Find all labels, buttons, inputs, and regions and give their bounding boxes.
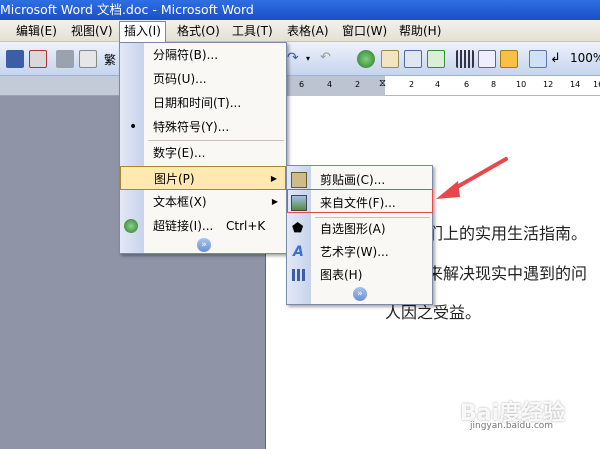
- show-hide-icon[interactable]: [529, 50, 547, 68]
- ruler-tick: 4: [435, 80, 441, 89]
- highlight-box: [287, 189, 433, 213]
- submenu-arrow-icon: ▶: [270, 174, 277, 183]
- menu-bar: 编辑(E) 视图(V) 插入(I) 格式(O) 工具(T) 表格(A) 窗口(W…: [0, 20, 600, 42]
- menu-item-picture[interactable]: 图片(P) ▶: [120, 166, 286, 190]
- menu-item-date-time[interactable]: 日期和时间(T)...: [120, 91, 286, 115]
- columns-icon[interactable]: [456, 50, 474, 68]
- menu-edit[interactable]: 编辑(E): [12, 22, 61, 40]
- paragraph-marks-icon[interactable]: ↲: [550, 50, 568, 68]
- ruler-tick: 4: [327, 80, 333, 89]
- menu-item-chart[interactable]: 图表(H): [287, 263, 432, 287]
- menu-item-number[interactable]: 数字(E)...: [120, 141, 286, 165]
- menu-item-break[interactable]: 分隔符(B)...: [120, 43, 286, 67]
- expand-menu-icon[interactable]: »: [197, 238, 211, 252]
- menu-view[interactable]: 视图(V): [67, 22, 117, 40]
- zoom-level[interactable]: 100%: [570, 51, 600, 65]
- menu-item-label: 分隔符(B)...: [153, 48, 219, 62]
- menu-item-label: 特殊符号(Y)...: [153, 120, 230, 134]
- menu-item-text-box[interactable]: 文本框(X) ▶: [120, 190, 286, 214]
- hyperlink-toolbar-icon[interactable]: [357, 50, 375, 68]
- window-title: Microsoft Word 文档.doc - Microsoft Word: [0, 2, 254, 17]
- ruler-tick: 6: [299, 80, 305, 89]
- insert-menu: 分隔符(B)... 页码(U)... 日期和时间(T)... • 特殊符号(Y)…: [119, 42, 287, 254]
- chart-icon: [292, 269, 306, 281]
- menu-item-label: 文本框(X): [153, 195, 207, 209]
- expand-menu-icon[interactable]: »: [353, 287, 367, 301]
- drawing-icon[interactable]: [478, 50, 496, 68]
- menu-window[interactable]: 窗口(W): [338, 22, 391, 40]
- annotation-arrow-icon: [436, 157, 508, 199]
- document-line: 们上的实用生活指南。: [427, 224, 588, 243]
- menu-format[interactable]: 格式(O): [173, 22, 224, 40]
- horizontal-ruler[interactable]: 6 4 2 ⧖ 2 4 6 8 10 12 14 16: [265, 76, 600, 96]
- menu-item-hyperlink[interactable]: 超链接(I)... Ctrl+K: [120, 214, 286, 238]
- menu-item-label: 数字(E)...: [153, 146, 206, 160]
- symbol-icon: •: [129, 119, 138, 135]
- ruler-tick: 12: [543, 80, 554, 89]
- indent-marker-icon[interactable]: ⧖: [379, 78, 386, 89]
- wordart-icon: A: [293, 244, 304, 260]
- autoshape-icon: ⬟: [292, 221, 304, 236]
- menu-item-label: 图片(P): [154, 172, 195, 186]
- save-icon[interactable]: [6, 50, 24, 68]
- ruler-tick: 6: [464, 80, 470, 89]
- menu-table[interactable]: 表格(A): [283, 22, 333, 40]
- document-map-icon[interactable]: [500, 50, 518, 68]
- ruler-tick: 14: [570, 80, 581, 89]
- tables-borders-icon[interactable]: [381, 50, 399, 68]
- menu-item-label: 自选图形(A): [320, 222, 386, 236]
- ruler-tick: 8: [491, 80, 497, 89]
- print-icon[interactable]: [56, 50, 74, 68]
- insert-table-icon[interactable]: [404, 50, 422, 68]
- menu-item-label: 图表(H): [320, 268, 363, 282]
- ruler-tick: 10: [516, 80, 527, 89]
- menu-tools[interactable]: 工具(T): [228, 22, 277, 40]
- ruler-tick: 2: [355, 80, 361, 89]
- menu-item-wordart[interactable]: A 艺术字(W)...: [287, 240, 432, 264]
- document-line: 来解决现实中遇到的问: [427, 264, 588, 283]
- undo-disabled-icon: ↶: [320, 50, 331, 65]
- submenu-arrow-icon: ▶: [271, 197, 278, 206]
- hyperlink-icon: [124, 219, 138, 233]
- redo-icon[interactable]: ↷: [287, 50, 305, 68]
- menu-item-shortcut: Ctrl+K: [226, 219, 266, 233]
- picture-submenu: 剪贴画(C)... 来自文件(F)... ⬟ 自选图形(A) A 艺术字(W).…: [286, 165, 433, 305]
- title-bar: Microsoft Word 文档.doc - Microsoft Word: [0, 0, 600, 20]
- standard-toolbar: 繁 ↷ ▾ ↶ ↲ 100%: [0, 42, 600, 76]
- menu-item-label: 日期和时间(T)...: [153, 96, 242, 110]
- ruler-tick: 16: [593, 80, 600, 89]
- menu-insert[interactable]: 插入(I): [119, 21, 166, 42]
- clip-art-icon: [291, 172, 307, 188]
- menu-item-label: 超链接(I)...: [153, 219, 214, 233]
- print-preview-icon[interactable]: [79, 50, 97, 68]
- insert-excel-icon[interactable]: [427, 50, 445, 68]
- menu-item-label: 艺术字(W)...: [320, 245, 389, 259]
- pdf-icon[interactable]: [29, 50, 47, 68]
- menu-item-autoshapes[interactable]: ⬟ 自选图形(A): [287, 217, 432, 241]
- watermark-url: jingyan.baidu.com: [470, 421, 554, 431]
- menu-item-page-number[interactable]: 页码(U)...: [120, 67, 286, 91]
- menu-item-label: 页码(U)...: [153, 72, 207, 86]
- traditional-chinese-button[interactable]: 繁: [104, 51, 116, 68]
- menu-help[interactable]: 帮助(H): [395, 22, 445, 40]
- menu-item-special-symbol[interactable]: • 特殊符号(Y)...: [120, 115, 286, 139]
- ruler-tick: 2: [409, 80, 415, 89]
